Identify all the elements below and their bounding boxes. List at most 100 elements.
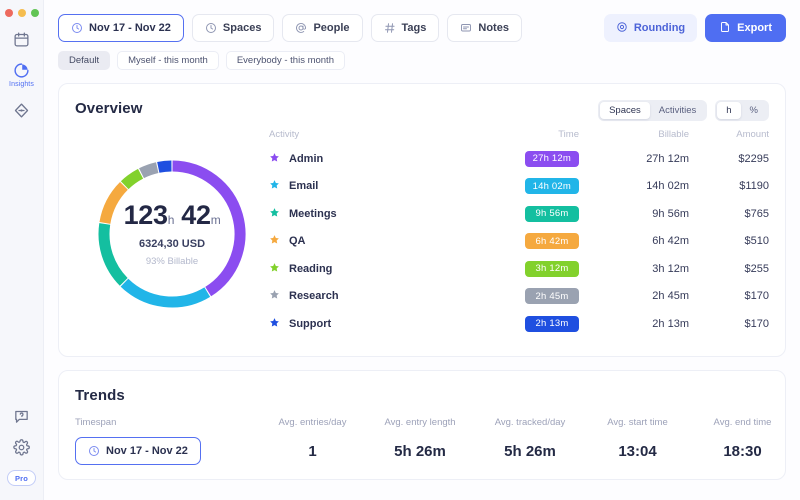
billable-cell: 14h 02m bbox=[646, 180, 689, 193]
activity-name: Support bbox=[289, 317, 332, 330]
filter-pill-myself[interactable]: Myself - this month bbox=[117, 51, 219, 70]
table-row[interactable]: Email 14h 02m 14h 02m $1190 bbox=[269, 173, 769, 201]
activity-name: Reading bbox=[289, 262, 333, 275]
window-traffic-lights bbox=[0, 0, 43, 17]
calendar-icon bbox=[13, 31, 30, 48]
activity-cell: Admin bbox=[269, 150, 474, 168]
clock-icon bbox=[71, 22, 83, 34]
col-activity: Activity bbox=[269, 129, 300, 140]
amount-cell: $170 bbox=[744, 317, 769, 330]
donut-amount: 6324,30 USD bbox=[138, 237, 206, 250]
trends-value-start-time: 13:04 bbox=[618, 443, 657, 460]
sidebar-item-calendar[interactable] bbox=[0, 31, 43, 48]
star-icon bbox=[269, 287, 280, 305]
time-cell: 14h 02m bbox=[474, 178, 579, 195]
filter-pill-everybody[interactable]: Everybody - this month bbox=[225, 51, 345, 70]
document-icon bbox=[719, 21, 731, 36]
trends-timespan-cell: Nov 17 - Nov 22 bbox=[75, 428, 260, 465]
trends-col-entries-per-day: Avg. entries/day bbox=[278, 416, 347, 428]
date-range-button[interactable]: Nov 17 - Nov 22 bbox=[58, 14, 184, 42]
notes-filter-button[interactable]: Notes bbox=[447, 14, 522, 42]
tags-filter-button[interactable]: Tags bbox=[370, 14, 440, 42]
col-time: Time bbox=[558, 129, 579, 140]
time-cell: 2h 13m bbox=[474, 315, 579, 332]
main-content: Nov 17 - Nov 22 Spaces People Tags Notes… bbox=[44, 0, 800, 500]
time-chip: 27h 12m bbox=[524, 150, 579, 167]
trends-grid: Timespan Avg. entries/day Avg. entry len… bbox=[59, 404, 785, 479]
amount-cell: $1190 bbox=[739, 180, 769, 193]
sidebar-item-integrations[interactable] bbox=[0, 102, 43, 119]
sidebar-item-insights-label: Insights bbox=[9, 81, 34, 88]
sidebar-item-help[interactable] bbox=[7, 408, 36, 425]
export-button[interactable]: Export bbox=[705, 14, 786, 42]
activity-cell: Research bbox=[269, 287, 474, 305]
donut-chart: 123h 42m 6324,30 USD 93% Billable bbox=[93, 155, 251, 313]
spaces-filter-button[interactable]: Spaces bbox=[191, 14, 275, 42]
table-row[interactable]: Meetings 9h 56m 9h 56m $765 bbox=[269, 200, 769, 228]
filter-toolbar: Nov 17 - Nov 22 Spaces People Tags Notes… bbox=[44, 0, 800, 42]
table-row[interactable]: Admin 27h 12m 27h 12m $2295 bbox=[269, 145, 769, 173]
notes-filter-label: Notes bbox=[478, 22, 509, 34]
table-row[interactable]: Reading 3h 12m 3h 12m $255 bbox=[269, 255, 769, 283]
star-icon bbox=[269, 177, 280, 195]
trends-value-end-time: 18:30 bbox=[723, 443, 762, 460]
sidebar-item-settings[interactable] bbox=[7, 439, 36, 456]
hash-icon bbox=[384, 22, 396, 34]
activity-name: Meetings bbox=[289, 207, 337, 220]
amount-cell: $170 bbox=[744, 290, 769, 303]
people-filter-button[interactable]: People bbox=[282, 14, 363, 42]
activity-cell: Email bbox=[269, 177, 474, 195]
activity-cell: QA bbox=[269, 232, 474, 250]
time-cell: 3h 12m bbox=[474, 260, 579, 277]
time-chip: 9h 56m bbox=[525, 205, 579, 222]
table-row[interactable]: QA 6h 42m 6h 42m $510 bbox=[269, 228, 769, 256]
time-cell: 9h 56m bbox=[474, 205, 579, 222]
overview-body: 123h 42m 6324,30 USD 93% Billable Activi… bbox=[59, 121, 785, 356]
toggle-percent[interactable]: % bbox=[741, 102, 767, 119]
donut-hours: 123 bbox=[123, 199, 168, 230]
col-amount: Amount bbox=[736, 129, 769, 140]
people-filter-label: People bbox=[313, 22, 350, 34]
pro-badge[interactable]: Pro bbox=[6, 470, 37, 486]
amount-cell: $2295 bbox=[738, 152, 769, 165]
export-label: Export bbox=[737, 22, 772, 34]
overview-toggles: Spaces Activities h % bbox=[598, 100, 769, 121]
activity-name: QA bbox=[289, 235, 306, 248]
saved-filters: Default Myself - this month Everybody - … bbox=[44, 42, 800, 70]
table-row[interactable]: Research 2h 45m 2h 45m $170 bbox=[269, 283, 769, 311]
billable-cell: 2h 45m bbox=[652, 290, 689, 303]
time-chip: 14h 02m bbox=[524, 178, 579, 195]
toggle-hours[interactable]: h bbox=[717, 102, 741, 119]
toggle-spaces[interactable]: Spaces bbox=[600, 102, 650, 119]
time-cell: 27h 12m bbox=[474, 150, 579, 167]
sidebar-item-insights[interactable]: Insights bbox=[0, 62, 43, 88]
trends-date-range-button[interactable]: Nov 17 - Nov 22 bbox=[75, 436, 201, 465]
activity-cell: Reading bbox=[269, 260, 474, 278]
minimize-button[interactable] bbox=[17, 9, 26, 17]
rounding-target-icon bbox=[616, 21, 628, 36]
clock-icon bbox=[88, 445, 100, 457]
insights-pie-icon bbox=[13, 62, 30, 79]
rounding-button[interactable]: Rounding bbox=[603, 14, 698, 42]
filter-pill-default[interactable]: Default bbox=[58, 51, 111, 70]
table-row[interactable]: Support 2h 13m 2h 13m $170 bbox=[269, 310, 769, 338]
activity-cell: Meetings bbox=[269, 205, 474, 223]
activity-rows: Admin 27h 12m 27h 12m $2295 Email 14h 02m 14h … bbox=[269, 145, 769, 338]
toggle-activities[interactable]: Activities bbox=[650, 102, 705, 119]
star-icon bbox=[269, 232, 280, 250]
trends-card: Trends Timespan Avg. entries/day Avg. en… bbox=[58, 369, 786, 480]
time-cell: 2h 45m bbox=[474, 288, 579, 305]
zoom-button[interactable] bbox=[30, 9, 39, 17]
star-icon bbox=[269, 150, 280, 168]
col-billable: Billable bbox=[658, 129, 689, 140]
donut-total-time: 123h 42m bbox=[123, 199, 221, 230]
date-range-label: Nov 17 - Nov 22 bbox=[89, 22, 171, 34]
time-chip: 6h 42m bbox=[525, 233, 579, 250]
activity-name: Email bbox=[289, 180, 319, 193]
donut-hours-unit: h bbox=[167, 212, 175, 227]
diamond-icon bbox=[13, 102, 30, 119]
overview-title: Overview bbox=[75, 100, 143, 117]
trends-value-entry-length: 5h 26m bbox=[394, 443, 446, 460]
close-button[interactable] bbox=[4, 9, 13, 17]
unit-toggle: h % bbox=[715, 100, 769, 121]
